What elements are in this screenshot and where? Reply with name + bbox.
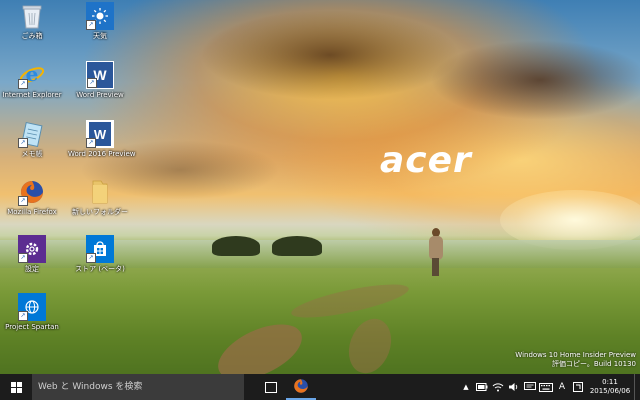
wallpaper-path	[341, 312, 399, 374]
wallpaper-trees	[272, 236, 322, 256]
wifi-icon	[492, 383, 504, 392]
desktop-icon-settings[interactable]: ↗ 設定	[0, 235, 64, 274]
notepad-icon: ↗	[18, 120, 46, 148]
desktop-icon-word-2016-preview[interactable]: W ↗ Word 2016 Preview	[68, 120, 136, 159]
weather-sun-icon: ↗	[86, 2, 114, 30]
start-button[interactable]	[0, 374, 32, 400]
wallpaper-cloud	[200, 10, 460, 100]
battery-icon	[476, 383, 488, 391]
clock-date: 2015/06/06	[589, 387, 631, 395]
touch-keyboard-button[interactable]	[538, 374, 554, 400]
desktop-icon-notepad[interactable]: ↗ メモ帳	[0, 120, 64, 159]
internet-explorer-icon: e ↗	[18, 61, 46, 89]
watermark-build: 評価コピー。Build 10130	[552, 360, 636, 368]
firefox-icon: ↗	[18, 178, 46, 206]
shortcut-arrow-icon: ↗	[18, 138, 28, 148]
desktop-icon-weather[interactable]: ↗ 天気	[68, 2, 132, 41]
shortcut-arrow-icon: ↗	[86, 20, 96, 30]
clock-time: 0:11	[602, 378, 618, 386]
shortcut-arrow-icon: ↗	[86, 253, 96, 263]
taskbar: Web と Windows を検索 ▲ A 0:11 2015/06/06	[0, 374, 640, 400]
desktop-icon-label: Word Preview	[76, 91, 124, 99]
desktop-icon-project-spartan[interactable]: ↗ Project Spartan	[0, 293, 64, 332]
desktop-icon-label: ごみ箱	[21, 32, 43, 40]
shortcut-arrow-icon: ↗	[18, 196, 28, 206]
desktop-icon-label: Internet Explorer	[2, 91, 62, 99]
desktop-icon-store-beta[interactable]: ↗ ストア (ベータ)	[68, 235, 132, 274]
desktop-icon-firefox[interactable]: ↗ Mozilla Firefox	[0, 178, 64, 217]
desktop-icon-label: メモ帳	[21, 150, 43, 158]
show-hidden-icons-button[interactable]: ▲	[458, 374, 474, 400]
acer-logo: acer	[380, 140, 472, 181]
wallpaper-trees	[212, 236, 260, 256]
wallpaper-path	[209, 313, 311, 374]
keyboard-icon	[539, 382, 553, 392]
windows-logo-icon	[10, 381, 22, 393]
shortcut-arrow-icon: ↗	[87, 78, 97, 88]
watermark-edition: Windows 10 Home Insider Preview	[515, 351, 636, 359]
input-mode-button[interactable]: A	[554, 374, 570, 400]
desktop-icon-label: 新しいフォルダー	[72, 208, 128, 216]
taskbar-app-firefox[interactable]	[286, 374, 316, 400]
build-watermark: Windows 10 Home Insider Preview 評価コピー。Bu…	[515, 351, 636, 369]
desktop-icon-label: Mozilla Firefox	[7, 208, 57, 216]
shortcut-arrow-icon: ↗	[18, 253, 28, 263]
ime-icon	[573, 382, 583, 392]
shortcut-arrow-icon: ↗	[18, 79, 28, 89]
wallpaper-person	[428, 228, 443, 278]
desktop-icon-label: ストア (ベータ)	[75, 265, 125, 273]
desktop-icon-label: Word 2016 Preview	[68, 150, 136, 158]
ime-button[interactable]	[570, 374, 586, 400]
desktop-icon-label: 天気	[93, 32, 107, 40]
chevron-up-icon: ▲	[463, 383, 469, 391]
folder-icon	[86, 178, 114, 206]
wallpaper-path	[289, 277, 411, 325]
task-view-button[interactable]	[256, 374, 286, 400]
clock-button[interactable]: 0:11 2015/06/06	[586, 378, 634, 396]
network-button[interactable]	[490, 374, 506, 400]
task-view-icon	[265, 381, 277, 393]
firefox-icon	[294, 379, 308, 393]
desktop-wallpaper[interactable]: acer ごみ箱 ↗ 天気 e ↗ Internet Explorer W ↗ …	[0, 0, 640, 374]
volume-button[interactable]	[506, 374, 522, 400]
wallpaper-cloud	[430, 40, 640, 120]
battery-button[interactable]	[474, 374, 490, 400]
message-icon	[524, 382, 536, 390]
word-icon: W ↗	[86, 61, 114, 89]
desktop-icon-internet-explorer[interactable]: e ↗ Internet Explorer	[0, 61, 64, 100]
system-tray: ▲ A 0:11 2015/06/06	[458, 374, 640, 400]
search-input[interactable]: Web と Windows を検索	[32, 374, 244, 400]
store-icon: ↗	[86, 235, 114, 263]
word-icon: W ↗	[86, 120, 114, 148]
globe-icon: ↗	[18, 293, 46, 321]
recycle-bin-icon	[18, 2, 46, 30]
action-center-button[interactable]	[522, 374, 538, 400]
show-desktop-button[interactable]	[634, 374, 640, 400]
shortcut-arrow-icon: ↗	[86, 138, 96, 148]
desktop-icon-label: 設定	[25, 265, 39, 273]
gear-icon: ↗	[18, 235, 46, 263]
desktop-icon-label: Project Spartan	[5, 323, 59, 331]
speaker-icon	[509, 383, 518, 391]
desktop-icon-new-folder[interactable]: 新しいフォルダー	[68, 178, 132, 217]
shortcut-arrow-icon: ↗	[18, 311, 28, 321]
desktop-icon-recycle-bin[interactable]: ごみ箱	[0, 2, 64, 41]
input-mode-label: A	[558, 382, 566, 392]
desktop-icon-word-preview[interactable]: W ↗ Word Preview	[68, 61, 132, 100]
